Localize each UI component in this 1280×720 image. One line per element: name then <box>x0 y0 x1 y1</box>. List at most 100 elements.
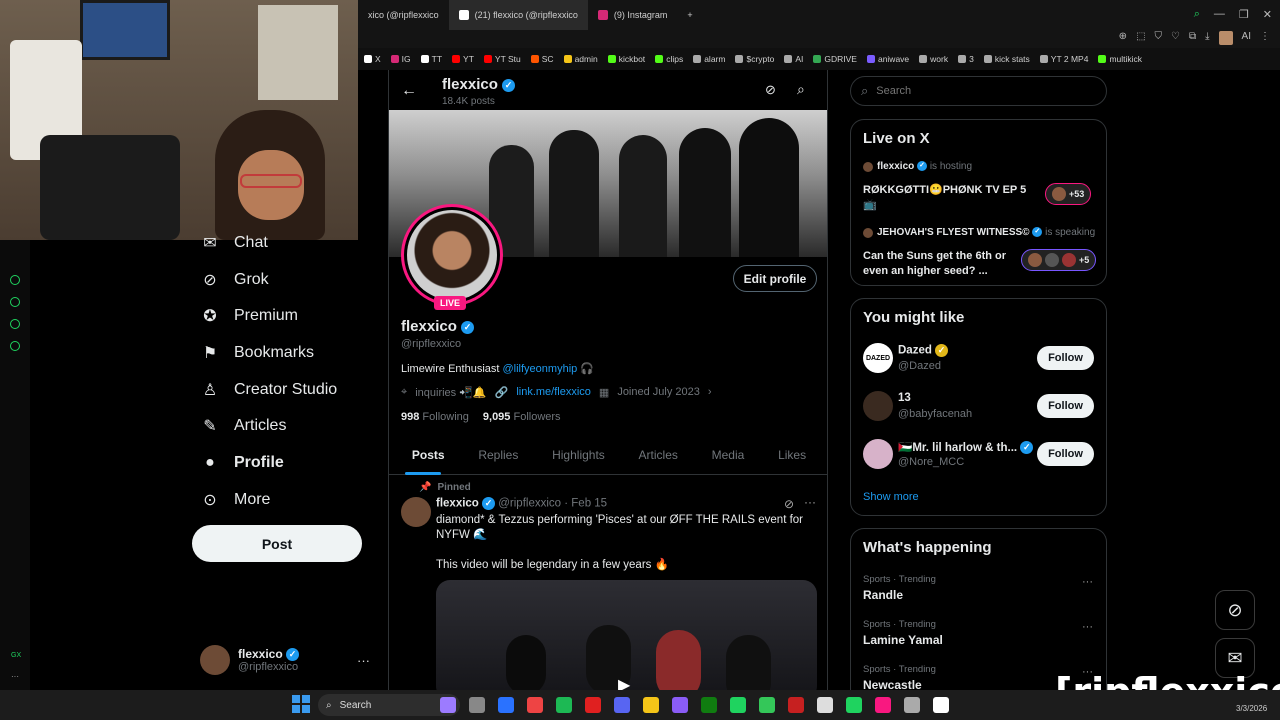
tab-posts[interactable]: Posts <box>412 437 445 473</box>
taskbar-search[interactable]: ⌕ Search <box>318 694 460 716</box>
show-more-link[interactable]: Show more <box>863 491 919 503</box>
app-icon[interactable] <box>904 697 920 713</box>
xbox-icon[interactable] <box>701 697 717 713</box>
file-icon[interactable] <box>469 697 485 713</box>
opera-icon[interactable] <box>585 697 601 713</box>
bookmark-item[interactable]: clips <box>655 54 683 64</box>
avatar[interactable] <box>1218 31 1233 45</box>
nav-item-more[interactable]: ⊙ More <box>200 485 270 515</box>
maximize-icon[interactable]: ❐ <box>1239 8 1249 21</box>
space-participants[interactable]: +5 <box>1021 249 1097 271</box>
app-icon[interactable] <box>759 697 775 713</box>
tab-articles[interactable]: Articles <box>639 437 678 473</box>
account-switcher[interactable]: flexxico ✓ @ripflexxico ··· <box>200 640 370 680</box>
new-tab-button[interactable]: + <box>677 0 702 30</box>
gx-more-icon[interactable]: ··· <box>11 672 19 681</box>
bookmark-item[interactable]: 3 <box>958 54 974 64</box>
bookmark-item[interactable]: GDRIVE <box>813 54 857 64</box>
heart-icon[interactable]: ♡ <box>1171 31 1180 45</box>
grok-float-button[interactable]: ⊘ <box>1215 590 1255 630</box>
bookmark-item[interactable]: work <box>919 54 948 64</box>
post-handle[interactable]: @ripflexxico <box>498 498 561 510</box>
tab-media[interactable]: Media <box>712 437 745 473</box>
grok-icon[interactable]: ⊘ <box>765 82 776 98</box>
post-button[interactable]: Post <box>192 525 362 562</box>
follow-button[interactable]: Follow <box>1037 442 1094 466</box>
app-icon[interactable] <box>788 697 804 713</box>
bookmark-item[interactable]: YT <box>452 54 474 64</box>
bookmark-item[interactable]: YT 2 MP4 <box>1039 54 1088 64</box>
zoom-icon[interactable]: ⊕ <box>1119 31 1127 45</box>
post-avatar[interactable] <box>401 497 431 527</box>
post-more-icon[interactable]: ··· <box>804 495 816 509</box>
spotify-icon[interactable] <box>556 697 572 713</box>
search-icon[interactable]: ⌕ <box>797 81 805 98</box>
search-input[interactable] <box>876 85 1077 97</box>
nav-item-grok[interactable]: ⊘ Grok <box>200 265 268 295</box>
follow-button[interactable]: Follow <box>1037 394 1094 418</box>
bookmark-item[interactable]: multikick <box>1098 54 1142 64</box>
trend-more-icon[interactable]: ··· <box>1082 621 1093 633</box>
nav-item-chat[interactable]: ✉ Chat <box>200 228 268 258</box>
minimize-icon[interactable]: — <box>1214 8 1225 21</box>
bookmark-item[interactable]: X <box>364 54 381 64</box>
snapshot-icon[interactable]: ⬚ <box>1136 31 1145 45</box>
bookmark-item[interactable]: $crypto <box>735 54 774 64</box>
browser-tab-active[interactable]: (21) flexxico (@ripflexxico <box>448 0 588 30</box>
opera-gx-icon[interactable] <box>498 697 514 713</box>
start-button[interactable] <box>292 695 310 713</box>
bookmark-item[interactable]: TT <box>420 54 442 64</box>
app-icon[interactable] <box>875 697 891 713</box>
tab-highlights[interactable]: Highlights <box>552 437 605 473</box>
post-video[interactable]: ▶ <box>436 580 817 690</box>
extension-icon[interactable]: ⧉ <box>1189 31 1196 45</box>
nav-item-bookmarks[interactable]: ⚑ Bookmarks <box>200 338 314 368</box>
space-participants[interactable]: +53 <box>1045 183 1092 205</box>
bookmark-item[interactable]: admin <box>563 54 598 64</box>
grok-post-icon[interactable]: ⊘ <box>784 497 794 511</box>
bookmark-item[interactable]: kickbot <box>607 54 645 64</box>
verified-icon[interactable]: ✓ <box>461 320 475 334</box>
search-tabs-icon[interactable]: ⌕ <box>1194 8 1200 21</box>
play-icon[interactable]: ▶ <box>618 675 630 690</box>
edit-profile-button[interactable]: Edit profile <box>733 265 817 292</box>
following-link[interactable]: 998 Following <box>401 411 469 423</box>
bookmark-item[interactable]: AI <box>784 54 803 64</box>
back-arrow-icon[interactable]: ← <box>401 82 417 100</box>
browser-tab[interactable]: (9) Instagram <box>588 0 678 30</box>
download-icon[interactable]: ⤓ <box>1205 31 1209 45</box>
copilot-icon[interactable] <box>440 697 456 713</box>
post-date[interactable]: · Feb 15 <box>564 498 607 510</box>
app-icon[interactable] <box>672 697 688 713</box>
close-icon[interactable]: ✕ <box>1263 8 1272 21</box>
tab-replies[interactable]: Replies <box>478 437 518 473</box>
player-icon[interactable] <box>10 275 20 285</box>
trend-more-icon[interactable]: ··· <box>1082 576 1093 588</box>
ai-button[interactable]: AI <box>1242 31 1251 45</box>
chevron-right-icon[interactable]: › <box>708 386 712 399</box>
nav-item-premium[interactable]: ✪ Premium <box>200 301 298 331</box>
bookmark-item[interactable]: IG <box>390 54 411 64</box>
post-author[interactable]: flexxico <box>436 498 479 510</box>
app-icon[interactable] <box>846 697 862 713</box>
bookmark-item[interactable]: YT Stu <box>483 54 521 64</box>
bookmark-item[interactable]: alarm <box>693 54 725 64</box>
extensions-icon[interactable] <box>10 319 20 329</box>
chrome-icon[interactable] <box>527 697 543 713</box>
app-icon[interactable] <box>817 697 833 713</box>
bio-mention-link[interactable]: @lilfyeonmyhip <box>503 363 578 375</box>
followers-link[interactable]: 9,095 Followers <box>483 411 561 423</box>
tab-likes[interactable]: Likes <box>778 437 806 473</box>
search-box[interactable]: ⌕ <box>850 76 1107 106</box>
follow-button[interactable]: Follow <box>1037 346 1094 370</box>
bookmark-item[interactable]: aniwave <box>866 54 909 64</box>
nav-item-profile[interactable]: ● Profile <box>200 448 284 478</box>
folder-icon[interactable] <box>643 697 659 713</box>
browser-tab[interactable]: xico (@ripflexxico <box>358 0 449 30</box>
account-more-icon[interactable]: ··· <box>357 653 370 668</box>
bookmark-item[interactable]: kick stats <box>983 54 1030 64</box>
discord-icon[interactable] <box>614 697 630 713</box>
shield-icon[interactable]: ⛉ <box>1155 31 1163 45</box>
nav-item-creator-studio[interactable]: ♙ Creator Studio <box>200 375 337 405</box>
app-icon[interactable] <box>933 697 949 713</box>
